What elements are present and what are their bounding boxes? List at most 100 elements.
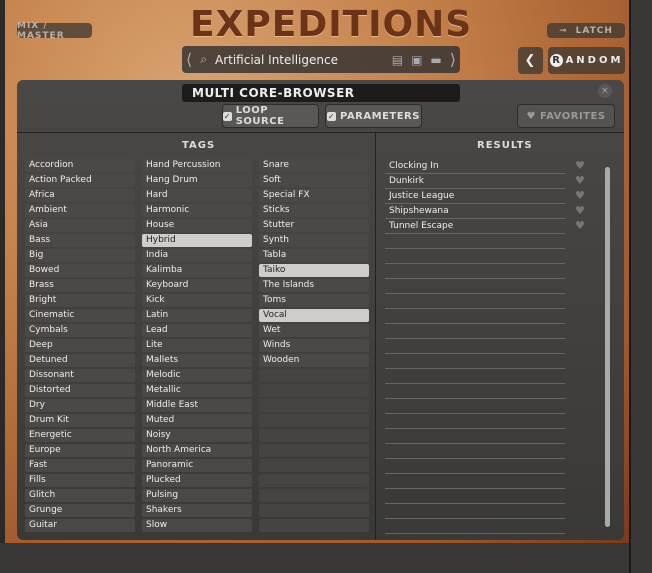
- tag-item[interactable]: Cinematic: [25, 309, 135, 322]
- tag-item[interactable]: Energetic: [25, 429, 135, 442]
- random-label: ANDOM: [565, 55, 624, 66]
- tag-item[interactable]: Fast: [25, 459, 135, 472]
- favorite-heart-icon[interactable]: ♥: [575, 174, 585, 188]
- tag-item[interactable]: Melodic: [142, 369, 252, 382]
- tag-item[interactable]: India: [142, 249, 252, 262]
- tag-item[interactable]: Muted: [142, 414, 252, 427]
- favorite-heart-icon[interactable]: ♥: [575, 204, 585, 218]
- tag-item[interactable]: Dry: [25, 399, 135, 412]
- latch-button[interactable]: ⊸ LATCH: [547, 23, 625, 38]
- mix-master-button[interactable]: MIX / MASTER: [17, 21, 92, 41]
- result-item[interactable]: Clocking In ♥: [385, 159, 585, 174]
- tag-item[interactable]: Mallets: [142, 354, 252, 367]
- tag-item[interactable]: Big: [25, 249, 135, 262]
- tag-item[interactable]: North America: [142, 444, 252, 457]
- tag-item[interactable]: Snare: [259, 159, 369, 172]
- tag-item[interactable]: Wet: [259, 324, 369, 337]
- random-button[interactable]: R ANDOM: [548, 47, 625, 74]
- favorite-heart-icon[interactable]: ♥: [575, 189, 585, 203]
- empty-result-row: [385, 444, 565, 459]
- tag-item[interactable]: Lead: [142, 324, 252, 337]
- tag-item[interactable]: Middle East: [142, 399, 252, 412]
- favorites-label: FAVORITES: [539, 110, 606, 122]
- search-icon[interactable]: ⌕: [200, 52, 207, 67]
- preset-name[interactable]: Artificial Intelligence: [215, 53, 384, 67]
- tag-item[interactable]: Latin: [142, 309, 252, 322]
- tag-item[interactable]: Drum Kit: [25, 414, 135, 427]
- next-preset-icon[interactable]: ⟩: [450, 50, 456, 69]
- tag-item[interactable]: Vocal: [259, 309, 369, 322]
- tag-item[interactable]: Taiko: [259, 264, 369, 277]
- result-name: Tunnel Escape: [389, 221, 454, 231]
- tag-item[interactable]: Noisy: [142, 429, 252, 442]
- tag-item[interactable]: Stutter: [259, 219, 369, 232]
- result-item[interactable]: Tunnel Escape ♥: [385, 219, 585, 234]
- tag-item[interactable]: Pulsing: [142, 489, 252, 502]
- tag-item[interactable]: Hang Drum: [142, 174, 252, 187]
- tag-item[interactable]: Panoramic: [142, 459, 252, 472]
- tag-item[interactable]: The Islands: [259, 279, 369, 292]
- tag-item[interactable]: Glitch: [25, 489, 135, 502]
- tag-item[interactable]: Asia: [25, 219, 135, 232]
- tag-item[interactable]: Grunge: [25, 504, 135, 517]
- tag-item[interactable]: Soft: [259, 174, 369, 187]
- results-scrollbar[interactable]: [605, 167, 610, 527]
- document-icon[interactable]: ▤: [392, 53, 403, 67]
- parameters-toggle[interactable]: ✓ PARAMETERS: [325, 104, 422, 128]
- tag-item[interactable]: Synth: [259, 234, 369, 247]
- close-button[interactable]: ×: [598, 84, 612, 98]
- tag-item[interactable]: Africa: [25, 189, 135, 202]
- tag-item[interactable]: Slow: [142, 519, 252, 532]
- tag-item[interactable]: Metallic: [142, 384, 252, 397]
- folder-icon[interactable]: ▬: [430, 53, 441, 67]
- tag-item[interactable]: Bright: [25, 294, 135, 307]
- tag-item[interactable]: Lite: [142, 339, 252, 352]
- favorite-heart-icon[interactable]: ♥: [575, 159, 585, 173]
- tag-item[interactable]: Bass: [25, 234, 135, 247]
- result-item[interactable]: Justice League ♥: [385, 189, 585, 204]
- tag-item[interactable]: Toms: [259, 294, 369, 307]
- tag-item[interactable]: Accordion: [25, 159, 135, 172]
- tag-item[interactable]: Europe: [25, 444, 135, 457]
- tag-item[interactable]: Cymbals: [25, 324, 135, 337]
- tag-item[interactable]: Hand Percussion: [142, 159, 252, 172]
- result-item[interactable]: Dunkirk ♥: [385, 174, 585, 189]
- tag-item[interactable]: Hybrid: [142, 234, 252, 247]
- tag-item[interactable]: Distorted: [25, 384, 135, 397]
- tag-item[interactable]: Action Packed: [25, 174, 135, 187]
- tag-item[interactable]: Deep: [25, 339, 135, 352]
- tag-item[interactable]: Harmonic: [142, 204, 252, 217]
- tag-item[interactable]: Guitar: [25, 519, 135, 532]
- tag-item[interactable]: Kick: [142, 294, 252, 307]
- tag-item[interactable]: Fills: [25, 474, 135, 487]
- prev-preset-icon[interactable]: ⟨: [186, 50, 192, 69]
- tag-item[interactable]: Ambient: [25, 204, 135, 217]
- favorites-button[interactable]: ♥ FAVORITES: [517, 104, 615, 128]
- empty-result-row: [385, 294, 565, 309]
- tag-item[interactable]: Kalimba: [142, 264, 252, 277]
- empty-result-row: [385, 414, 565, 429]
- tag-item[interactable]: Brass: [25, 279, 135, 292]
- tag-item[interactable]: Wooden: [259, 354, 369, 367]
- result-item[interactable]: Shipshewana ♥: [385, 204, 585, 219]
- tag-item[interactable]: Tabla: [259, 249, 369, 262]
- tag-item[interactable]: Shakers: [142, 504, 252, 517]
- tag-item[interactable]: Hard: [142, 189, 252, 202]
- save-icon[interactable]: ▣: [411, 53, 422, 67]
- favorite-heart-icon[interactable]: ♥: [575, 219, 585, 233]
- tag-item[interactable]: Sticks: [259, 204, 369, 217]
- tags-header: TAGS: [182, 140, 216, 151]
- tag-item[interactable]: Winds: [259, 339, 369, 352]
- tag-item[interactable]: Keyboard: [142, 279, 252, 292]
- tag-item[interactable]: Bowed: [25, 264, 135, 277]
- tag-item[interactable]: Dissonant: [25, 369, 135, 382]
- random-back-button[interactable]: ❮: [518, 47, 543, 74]
- loop-source-toggle[interactable]: ✓ LOOP SOURCE: [222, 104, 319, 128]
- heart-icon: ♥: [526, 110, 536, 122]
- tag-item[interactable]: Special FX: [259, 189, 369, 202]
- tag-item[interactable]: House: [142, 219, 252, 232]
- empty-tag-slot: [259, 444, 369, 457]
- tag-item[interactable]: Plucked: [142, 474, 252, 487]
- tag-item[interactable]: Detuned: [25, 354, 135, 367]
- checkbox-icon: ✓: [223, 111, 232, 121]
